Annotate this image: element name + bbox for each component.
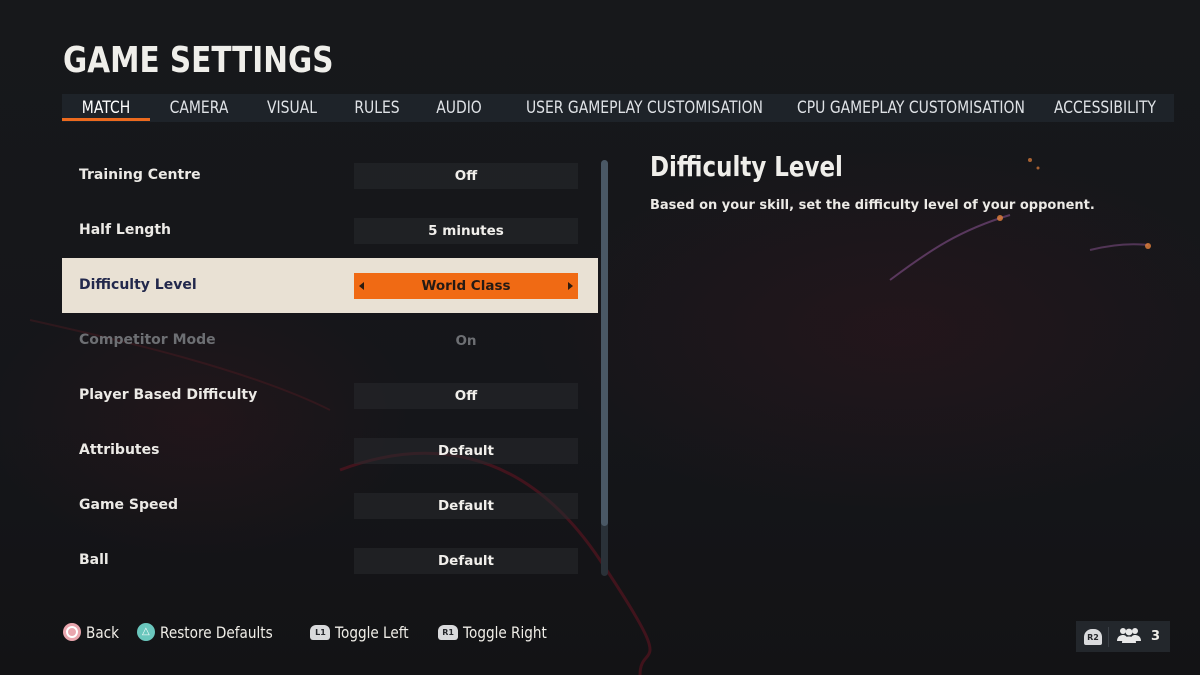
setting-label: Competitor Mode [79,332,216,348]
toggle-left-button[interactable]: L1 Toggle Left [310,623,422,642]
back-button[interactable]: Back [63,623,125,642]
hint-label: Restore Defaults [159,622,273,642]
hint-label: Toggle Left [335,622,410,642]
tab-cpu-gameplay-customisation[interactable]: CPU GAMEPLAY CUSTOMISATION [797,94,1025,122]
players-indicator[interactable]: R2 3 [1076,621,1170,652]
hint-label: Back [86,622,120,642]
tab-camera[interactable]: CAMERA [165,94,234,122]
players-count: 3 [1151,629,1161,644]
r2-button-icon: R2 [1084,628,1102,645]
setting-row-training-centre[interactable]: Training Centre Off [62,148,598,203]
setting-label: Attributes [79,442,160,458]
settings-scrollbar[interactable] [601,160,608,576]
arrow-left-icon[interactable] [359,282,364,290]
tab-visual[interactable]: VISUAL [259,94,325,122]
setting-value: On [455,333,477,349]
setting-value[interactable]: Off [354,383,578,409]
setting-label: Game Speed [79,497,179,513]
setting-value[interactable]: Default [354,493,578,519]
divider [1108,626,1109,647]
arrow-right-icon[interactable] [568,282,573,290]
scrollbar-thumb[interactable] [601,160,608,527]
l1-button-icon: L1 [310,624,331,640]
active-tab-indicator [62,118,150,121]
restore-defaults-button[interactable]: △ Restore Defaults [136,622,293,642]
tab-accessibility[interactable]: ACCESSIBILITY [1052,94,1159,122]
setting-label: Difficulty Level [79,277,197,293]
page-title: GAME SETTINGS [63,40,334,81]
tab-user-gameplay-customisation[interactable]: USER GAMEPLAY CUSTOMISATION [526,94,763,122]
setting-value: World Class [421,278,511,294]
toggle-right-button[interactable]: R1 Toggle Right [438,623,562,642]
setting-row-competitor-mode: Competitor Mode On [62,313,598,368]
tab-bar: MATCH CAMERA VISUAL RULES AUDIO USER GAM… [62,94,1174,122]
setting-row-player-based-difficulty[interactable]: Player Based Difficulty Off [62,368,598,423]
setting-label: Player Based Difficulty [79,387,258,403]
circle-button-icon [63,623,81,641]
setting-row-difficulty-level[interactable]: Difficulty Level World Class [62,258,598,313]
players-group-icon [1115,627,1143,647]
setting-label: Half Length [79,222,171,238]
r1-button-icon: R1 [438,624,459,640]
setting-row-game-speed[interactable]: Game Speed Default [62,478,598,533]
setting-value[interactable]: 5 minutes [354,218,578,244]
setting-value[interactable]: Default [354,438,578,464]
hint-label: Toggle Right [463,622,547,642]
setting-row-half-length[interactable]: Half Length 5 minutes [62,203,598,258]
button-hints: Back △ Restore Defaults L1 Toggle Left R… [63,620,578,644]
triangle-button-icon: △ [136,623,155,641]
setting-row-ball[interactable]: Ball Default [62,533,598,588]
detail-title: Difficulty Level [650,150,843,183]
tab-audio[interactable]: AUDIO [429,94,490,122]
setting-value-selector[interactable]: World Class [354,273,578,299]
detail-description: Based on your skill, set the difficulty … [650,198,1095,213]
tab-rules[interactable]: RULES [348,94,405,122]
setting-value[interactable]: Default [354,548,578,574]
setting-label: Training Centre [79,167,201,183]
setting-row-attributes[interactable]: Attributes Default [62,423,598,478]
setting-value[interactable]: Off [354,163,578,189]
setting-label: Ball [79,552,109,568]
